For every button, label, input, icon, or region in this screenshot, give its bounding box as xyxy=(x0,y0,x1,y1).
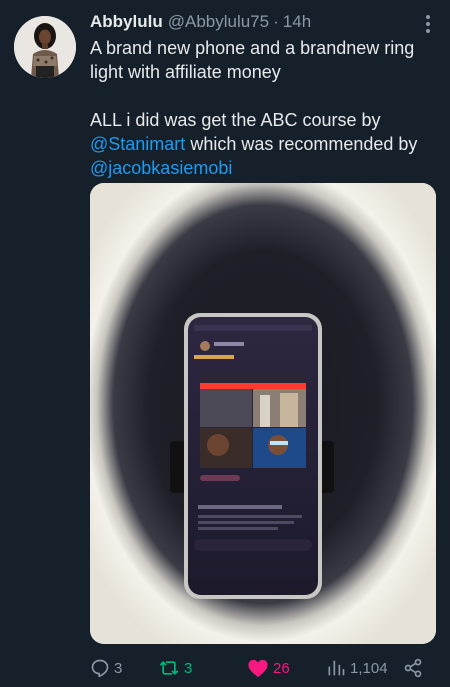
reply-count: 3 xyxy=(114,659,123,677)
heart-icon xyxy=(248,659,268,678)
tweet-text-line1: A brand new phone and a brandnew ring li… xyxy=(90,38,415,82)
tweet-text-mid: which was recommended by xyxy=(185,134,418,154)
reply-button[interactable]: 3 xyxy=(90,654,122,682)
tweet-text-prefix: ALL i did was get the ABC course by xyxy=(90,110,381,130)
share-button[interactable] xyxy=(402,654,428,682)
mention-jacobkasiemobi[interactable]: @jacobkasiemobi xyxy=(90,158,232,178)
tweet-header: Abbylulu @Abbylulu75 · 14h xyxy=(90,12,420,36)
views-chart-icon xyxy=(328,660,345,676)
avatar[interactable] xyxy=(14,16,76,78)
like-button[interactable]: 26 xyxy=(247,654,290,682)
tweet-text-line2: ALL i did was get the ABC course by @Sta… xyxy=(90,108,435,180)
reply-icon xyxy=(91,659,109,678)
separator-dot: · xyxy=(273,12,279,31)
action-bar: 3 3 26 1,104 xyxy=(90,654,430,682)
more-dots-icon[interactable] xyxy=(422,14,434,34)
tweet-text: A brand new phone and a brandnew ring li… xyxy=(90,36,435,180)
retweet-button[interactable]: 3 xyxy=(158,654,192,682)
mention-stanimart[interactable]: @Stanimart xyxy=(90,134,185,154)
tweet-photo[interactable] xyxy=(90,183,436,644)
timestamp[interactable]: 14h xyxy=(283,12,311,32)
display-name[interactable]: Abbylulu xyxy=(90,12,163,32)
like-count: 26 xyxy=(273,659,290,677)
views-count: 1,104 xyxy=(350,659,388,677)
retweet-count: 3 xyxy=(184,659,193,677)
retweet-icon xyxy=(159,661,179,675)
user-handle[interactable]: @Abbylulu75 xyxy=(168,12,269,32)
views-button[interactable]: 1,104 xyxy=(326,654,388,682)
share-icon xyxy=(404,658,422,678)
tweet[interactable]: Abbylulu @Abbylulu75 · 14h A brand new p… xyxy=(0,0,450,687)
